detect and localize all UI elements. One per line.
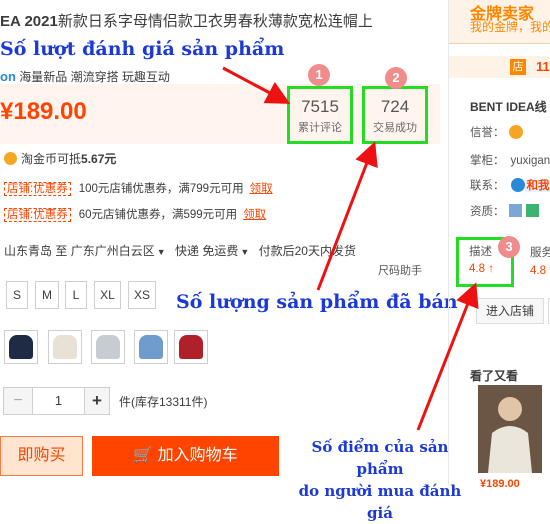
annotation-rating-line2: do người mua đánh giá bbox=[290, 480, 470, 524]
annotation-arrows bbox=[0, 0, 550, 485]
arrow-to-sold bbox=[318, 147, 373, 290]
arrow-to-reviews bbox=[223, 68, 285, 101]
arrow-to-rating bbox=[418, 288, 474, 430]
